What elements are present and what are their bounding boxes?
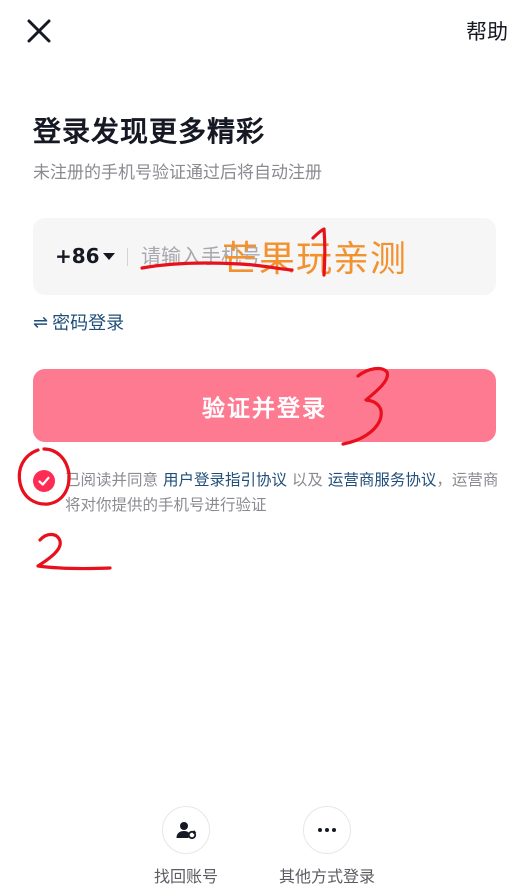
- help-link[interactable]: 帮助: [466, 16, 508, 46]
- page-title: 登录发现更多精彩: [33, 115, 266, 148]
- other-login-label: 其他方式登录: [278, 867, 375, 886]
- watermark-text: 芒果玩亲测: [222, 239, 408, 280]
- swap-arrows-icon: ⇌: [33, 311, 49, 333]
- check-icon: [38, 476, 50, 486]
- carrier-service-agreement-link[interactable]: 运营商服务协议: [328, 471, 437, 489]
- agreement-checkbox[interactable]: [33, 470, 55, 492]
- more-dots-icon: [318, 828, 336, 832]
- other-login-button[interactable]: [303, 806, 351, 854]
- user-refresh-icon: [176, 822, 197, 840]
- annotation-mark-2: [36, 532, 112, 571]
- page-subtitle: 未注册的手机号验证通过后将自动注册: [33, 163, 322, 183]
- recover-account-label: 找回账号: [153, 867, 218, 886]
- user-login-agreement-link[interactable]: 用户登录指引协议: [163, 471, 287, 489]
- agreement-text: 已阅读并同意 用户登录指引协议 以及 运营商服务协议，运营商将对你提供的手机号进…: [65, 468, 505, 518]
- other-login-option[interactable]: 其他方式登录: [272, 806, 382, 887]
- password-login-link[interactable]: ⇌ 密码登录: [33, 309, 124, 335]
- country-code-selector[interactable]: +86: [55, 244, 100, 268]
- password-login-label: 密码登录: [52, 313, 125, 334]
- field-divider: [127, 248, 128, 266]
- caret-down-icon[interactable]: [103, 253, 115, 260]
- agreement-middle: 以及: [286, 471, 328, 489]
- close-icon: [27, 19, 51, 43]
- recover-account-option[interactable]: 找回账号: [150, 806, 222, 887]
- close-button[interactable]: [22, 14, 56, 48]
- verify-login-button[interactable]: 验证并登录: [33, 369, 496, 442]
- recover-account-button[interactable]: [162, 806, 210, 854]
- agreement-prefix: 已阅读并同意: [65, 471, 163, 489]
